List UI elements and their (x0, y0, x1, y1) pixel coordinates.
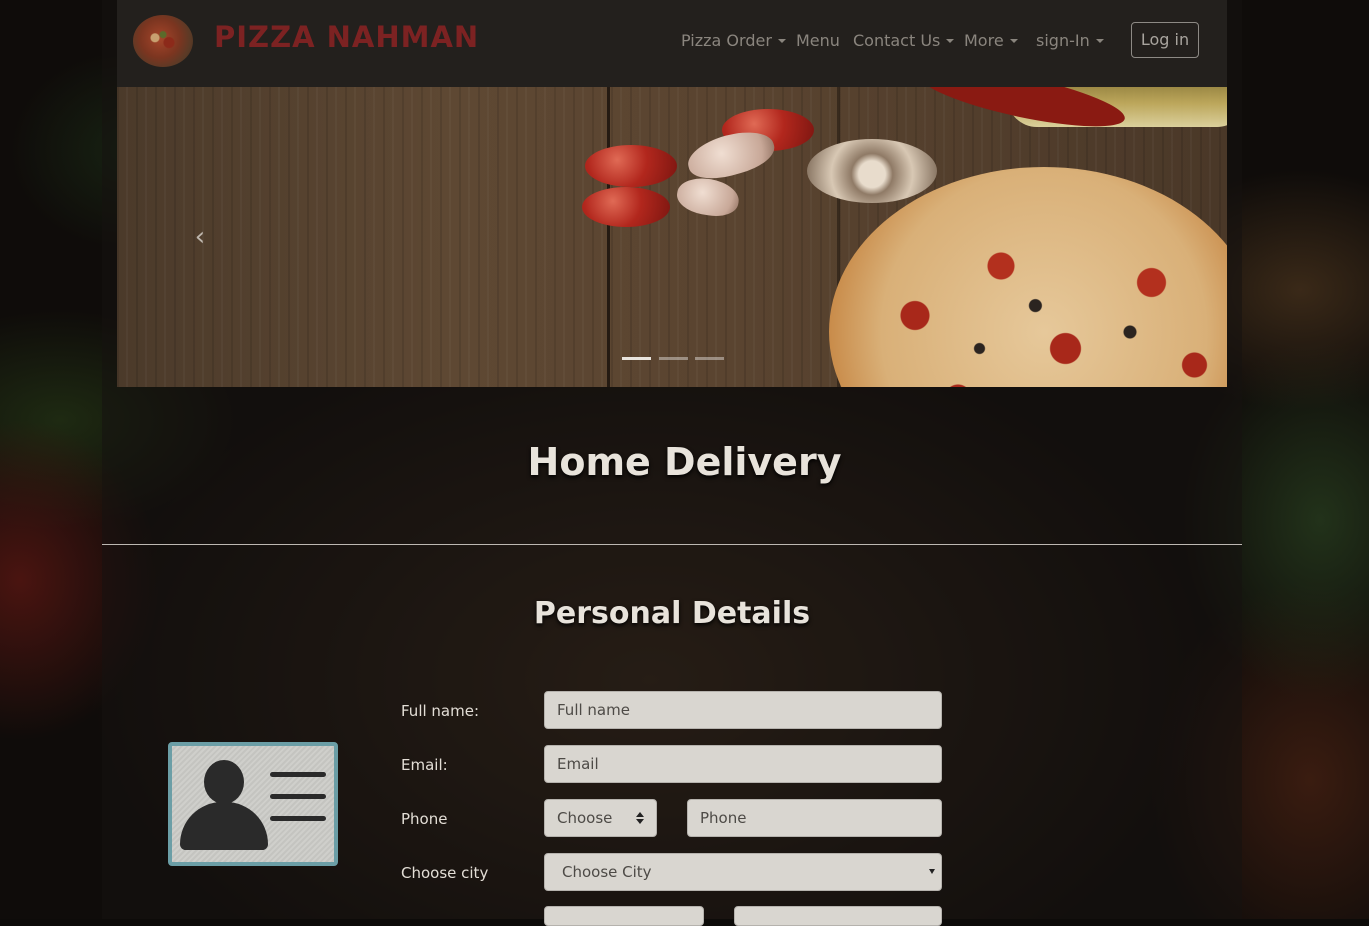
phone-input[interactable]: Phone (687, 799, 942, 837)
email-label: Email: (401, 756, 448, 774)
card-line-shape (270, 794, 326, 799)
chevron-down-icon (929, 869, 935, 874)
phone-label: Phone (401, 810, 448, 828)
nav-item-pizza-order[interactable]: Pizza Order (681, 31, 786, 50)
mushroom-image (807, 139, 937, 203)
city-select-value: Choose City (562, 863, 652, 881)
card-line-shape (270, 816, 326, 821)
phone-prefix-select[interactable]: Choose (544, 799, 657, 837)
full-name-label: Full name: (401, 702, 480, 720)
page-title: Home Delivery (527, 440, 842, 484)
garlic-image (674, 173, 742, 221)
nav-item-sign-in[interactable]: sign-In (1036, 31, 1104, 50)
card-line-shape (270, 772, 326, 777)
id-card-icon (168, 742, 338, 866)
select-arrows-icon (636, 811, 644, 825)
nav-item-label: sign-In (1036, 31, 1090, 50)
carousel-indicator[interactable] (659, 357, 688, 360)
nav-item-more[interactable]: More (964, 31, 1018, 50)
divider (102, 544, 1242, 545)
nav-item-label: More (964, 31, 1004, 50)
nav-item-contact-us[interactable]: Contact Us (853, 31, 955, 50)
navbar: PIZZA NAHMAN Pizza Order Menu Contact Us… (117, 0, 1227, 87)
full-name-input[interactable]: Full name (544, 691, 942, 729)
nav-item-label: Contact Us (853, 31, 941, 50)
carousel-indicator[interactable] (622, 357, 651, 360)
nav-item-label: Menu (796, 31, 840, 50)
nav-item-label: Pizza Order (681, 31, 772, 50)
carousel-indicator[interactable] (695, 357, 724, 360)
section-title: Personal Details (533, 596, 811, 631)
wood-plank-seam (607, 87, 610, 387)
login-button[interactable]: Log in (1131, 22, 1199, 58)
phone-prefix-value: Choose (557, 809, 613, 827)
hero-carousel: ‹ (117, 87, 1227, 387)
brand-name[interactable]: PIZZA NAHMAN (214, 20, 479, 54)
avatar-body-shape (180, 802, 268, 850)
email-input[interactable]: Email (544, 745, 942, 783)
tomato-image (582, 187, 670, 227)
caret-down-icon (1009, 39, 1018, 43)
chevron-left-icon[interactable]: ‹ (189, 224, 211, 250)
city-label: Choose city (401, 864, 489, 882)
partial-field[interactable] (734, 906, 942, 926)
city-select[interactable]: Choose City (544, 853, 942, 891)
pizza-logo-icon[interactable] (133, 15, 193, 67)
caret-down-icon (946, 39, 955, 43)
avatar-head-shape (204, 760, 244, 804)
partial-field[interactable] (544, 906, 704, 926)
caret-down-icon (1095, 39, 1104, 43)
nav-item-menu[interactable]: Menu (796, 31, 840, 50)
caret-down-icon (777, 39, 786, 43)
tomato-image (585, 145, 677, 187)
